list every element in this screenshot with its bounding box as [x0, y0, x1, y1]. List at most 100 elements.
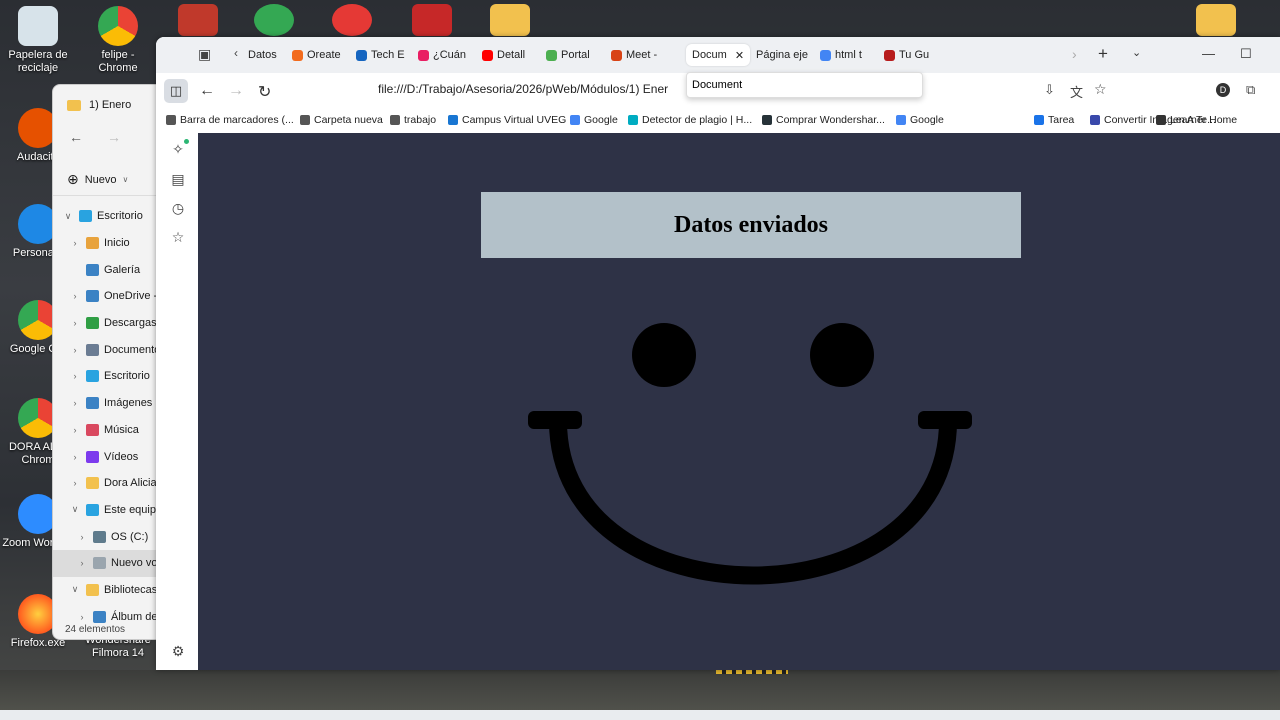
opera-icon[interactable] [332, 4, 372, 36]
tab[interactable]: Portal [546, 44, 590, 66]
tab[interactable]: Detall [482, 44, 525, 66]
tree-item-label: Dora Alicia [104, 477, 157, 490]
collections-icon[interactable]: ▤ [170, 171, 186, 187]
tree-item[interactable]: › Inicio [53, 230, 163, 257]
forward-arrow-icon[interactable]: → [107, 129, 121, 145]
tab-scroll-left-icon[interactable]: ‹ [234, 46, 238, 60]
url-input[interactable]: file:///D:/Trabajo/Asesoria/2026/pWeb/Mó… [378, 82, 668, 96]
bookmark-item[interactable]: Learner Home [1156, 114, 1237, 126]
tree-item[interactable]: › Dora Alicia [53, 470, 163, 497]
status-bar: 24 elementos [65, 624, 126, 635]
tree-item[interactable]: › Música [53, 417, 163, 444]
chevron-down-icon[interactable]: ∨ [68, 584, 82, 595]
desktop-icon-recycle-bin[interactable]: Papelera de reciclaje [2, 6, 74, 75]
minimize-icon[interactable]: — [1202, 46, 1215, 61]
history-icon[interactable]: ◷ [170, 200, 186, 216]
tab-strip: ▣ ‹ Datos Oreate Tech E ¿Cuán Detall Portal Me… [156, 37, 1280, 73]
bookmark-favicon-icon [1090, 115, 1100, 125]
app-icon[interactable] [412, 4, 452, 36]
reload-icon[interactable]: ↻ [258, 82, 271, 102]
tab-active[interactable]: Docum ✕ [686, 44, 751, 66]
chevron-right-icon[interactable]: › [68, 452, 82, 462]
tab-label: Datos [248, 49, 277, 61]
tree-item[interactable]: › Descargas [53, 310, 163, 337]
bookmark-item[interactable]: Google [896, 114, 944, 126]
folder-icon [93, 530, 106, 543]
back-arrow-icon[interactable]: ← [199, 82, 215, 100]
folder-icon [86, 397, 99, 410]
maximize-icon[interactable]: ☐ [1240, 46, 1252, 62]
back-arrow-icon[interactable]: ← [69, 129, 83, 145]
tree-item[interactable]: › Escritorio [53, 363, 163, 390]
chevron-down-icon[interactable]: ∨ [68, 504, 82, 515]
tree-item[interactable]: ∨ Este equipo [53, 497, 163, 524]
chevron-right-icon[interactable]: › [75, 612, 89, 622]
translate-icon[interactable]: 文 [1070, 82, 1083, 101]
chevron-right-icon[interactable]: › [68, 318, 82, 328]
tree-item[interactable]: ∨ Escritorio [53, 203, 163, 230]
new-button[interactable]: ⊕ Nuevo ∨ [67, 171, 128, 188]
tree-item[interactable]: › Vídeos [53, 443, 163, 470]
tab-search-icon[interactable]: ▣ [198, 46, 211, 63]
bookmark-item[interactable]: Barra de marcadores (... [166, 114, 294, 126]
sparkle-icon[interactable]: ✧ [170, 141, 186, 157]
tab[interactable]: ¿Cuán [418, 44, 466, 66]
bookmark-item[interactable]: Campus Virtual UVEG [448, 114, 566, 126]
tab[interactable]: Oreate [292, 44, 341, 66]
tree-item[interactable]: › Imágenes [53, 390, 163, 417]
bookmark-item[interactable]: Google [570, 114, 618, 126]
settings-gear-icon[interactable]: ⚙ [170, 643, 186, 659]
tab[interactable]: Datos [248, 44, 277, 66]
page-heading: Datos enviados [673, 211, 829, 238]
tab[interactable]: Tu Gu [884, 44, 929, 66]
profile-avatar[interactable]: D [1216, 83, 1230, 97]
bookmark-star-icon[interactable]: ☆ [1094, 81, 1107, 98]
tab[interactable]: Página eje [756, 44, 808, 66]
tab[interactable]: Tech E [356, 44, 405, 66]
chevron-right-icon[interactable]: › [68, 371, 82, 381]
tree-item[interactable]: › Nuevo vol [53, 549, 163, 577]
forward-arrow-icon[interactable]: → [228, 82, 244, 100]
desktop-icon-chrome-felipe[interactable]: felipe - Chrome [82, 6, 154, 75]
tab[interactable]: Meet - [611, 44, 657, 66]
folder-icon[interactable] [490, 4, 530, 36]
chevron-down-icon[interactable]: ∨ [61, 211, 75, 222]
bookmark-item[interactable]: trabajo [390, 114, 436, 126]
app-icon[interactable] [178, 4, 218, 36]
chevron-right-icon[interactable]: › [68, 291, 82, 301]
tab[interactable]: html t [820, 44, 862, 66]
tree-item[interactable]: › OS (C:) [53, 523, 163, 550]
new-tab-plus-icon[interactable]: + [1098, 44, 1108, 64]
chevron-right-icon[interactable]: › [75, 558, 89, 568]
chevron-right-icon[interactable]: › [68, 478, 82, 488]
tab-label: html t [835, 49, 862, 61]
tree-item[interactable]: › Documento [53, 336, 163, 363]
extensions-icon[interactable]: ⧉ [1246, 82, 1255, 98]
tab-list-chevron-icon[interactable]: ⌄ [1132, 46, 1141, 59]
chevron-right-icon[interactable]: › [75, 532, 89, 542]
chevron-right-icon[interactable]: › [68, 238, 82, 248]
chrome-icon[interactable] [254, 4, 294, 36]
folder-icon [93, 610, 106, 623]
tree-item[interactable]: › OneDrive - [53, 283, 163, 310]
folder-icon[interactable] [1196, 4, 1236, 36]
close-tab-icon[interactable]: ✕ [735, 49, 744, 62]
tree-item[interactable]: ∨ Bibliotecas [53, 577, 163, 604]
bookmark-item[interactable]: Carpeta nueva [300, 114, 383, 126]
tree-item-label: Escritorio [97, 210, 143, 223]
chevron-right-icon[interactable]: › [68, 425, 82, 435]
tab-scroll-right-icon[interactable]: › [1072, 46, 1077, 62]
download-icon[interactable]: ⇩ [1044, 82, 1055, 98]
chevron-right-icon[interactable]: › [68, 345, 82, 355]
favorites-star-icon[interactable]: ☆ [170, 229, 186, 245]
tab-label: Tech E [371, 49, 405, 61]
tree-item-label: Imágenes [104, 397, 153, 410]
folder-icon [79, 210, 92, 223]
sidebar-toggle-icon[interactable]: ◫ [164, 79, 188, 103]
bookmark-item[interactable]: Detector de plagio | H... [628, 114, 752, 126]
bookmark-item[interactable]: Comprar Wondershar... [762, 114, 885, 126]
chrome-icon [98, 6, 138, 46]
tree-item[interactable]: Galería [53, 256, 163, 283]
bookmark-item[interactable]: Tarea [1034, 114, 1074, 126]
chevron-right-icon[interactable]: › [68, 398, 82, 408]
